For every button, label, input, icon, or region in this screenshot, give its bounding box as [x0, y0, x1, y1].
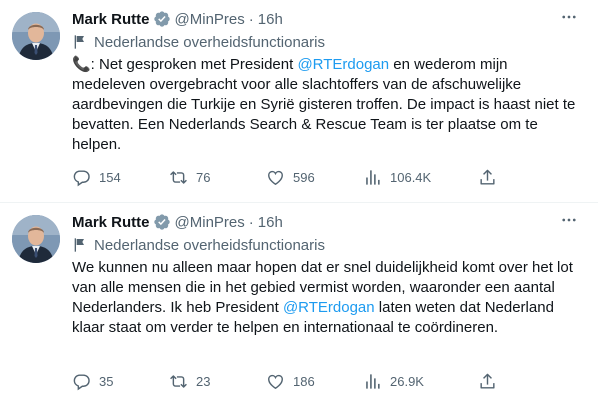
like-icon: [266, 168, 285, 187]
text-segment: 📞: Net gesproken met President: [72, 56, 298, 73]
government-label[interactable]: Nederlandse overheidsfunctionaris: [72, 32, 325, 52]
like-icon: [266, 372, 285, 391]
views-button[interactable]: 106.4K: [363, 165, 431, 189]
like-count: 186: [293, 373, 315, 389]
separator-dot: ·: [248, 10, 254, 28]
tweet[interactable]: Mark Rutte @MinPres · 16h Nederlandse ov…: [0, 0, 598, 203]
timestamp[interactable]: 16h: [258, 11, 283, 28]
share-icon: [478, 168, 497, 187]
reply-count: 154: [99, 169, 121, 185]
author-name[interactable]: Mark Rutte: [72, 11, 150, 28]
author-handle[interactable]: @MinPres: [175, 214, 245, 231]
tweet-text: We kunnen nu alleen maar hopen dat er sn…: [72, 258, 582, 338]
views-icon: [363, 372, 382, 391]
like-button[interactable]: 186: [266, 369, 315, 393]
retweet-icon: [169, 372, 188, 391]
action-bar: 35 23 186 26.9K: [72, 369, 592, 393]
like-button[interactable]: 596: [266, 165, 315, 189]
timestamp[interactable]: 16h: [258, 214, 283, 231]
mention-link[interactable]: @RTErdogan: [297, 56, 389, 73]
author-name[interactable]: Mark Rutte: [72, 214, 150, 231]
retweet-icon: [169, 168, 188, 187]
tweet-text: 📞: Net gesproken met President @RTErdoga…: [72, 55, 582, 155]
label-text: Nederlandse overheidsfunctionaris: [94, 236, 325, 254]
reply-icon: [72, 168, 91, 187]
views-button[interactable]: 26.9K: [363, 369, 424, 393]
reply-count: 35: [99, 373, 114, 389]
views-count: 106.4K: [390, 169, 432, 185]
retweet-count: 23: [196, 373, 211, 389]
views-icon: [363, 168, 382, 187]
government-label[interactable]: Nederlandse overheidsfunctionaris: [72, 235, 325, 255]
avatar[interactable]: [12, 215, 60, 263]
verified-badge-icon: [153, 10, 171, 28]
share-button[interactable]: [478, 369, 497, 393]
retweet-button[interactable]: 76: [169, 165, 210, 189]
government-flag-icon: [72, 34, 88, 50]
action-bar: 154 76 596 106.4K: [72, 165, 592, 189]
share-button[interactable]: [478, 165, 497, 189]
retweet-count: 76: [196, 169, 211, 185]
reply-button[interactable]: 35: [72, 369, 113, 393]
mention-link[interactable]: @RTErdogan: [283, 299, 375, 316]
label-text: Nederlandse overheidsfunctionaris: [94, 33, 325, 51]
reply-button[interactable]: 154: [72, 165, 121, 189]
share-icon: [478, 372, 497, 391]
more-options-icon[interactable]: [556, 6, 582, 28]
more-options-icon[interactable]: [556, 209, 582, 231]
government-flag-icon: [72, 237, 88, 253]
views-count: 26.9K: [390, 373, 424, 389]
author-handle[interactable]: @MinPres: [175, 11, 245, 28]
retweet-button[interactable]: 23: [169, 369, 210, 393]
like-count: 596: [293, 169, 315, 185]
separator-dot: ·: [248, 213, 254, 231]
avatar[interactable]: [12, 12, 60, 60]
tweet[interactable]: Mark Rutte @MinPres · 16h Nederlandse ov…: [0, 203, 598, 409]
verified-badge-icon: [153, 213, 171, 231]
reply-icon: [72, 372, 91, 391]
